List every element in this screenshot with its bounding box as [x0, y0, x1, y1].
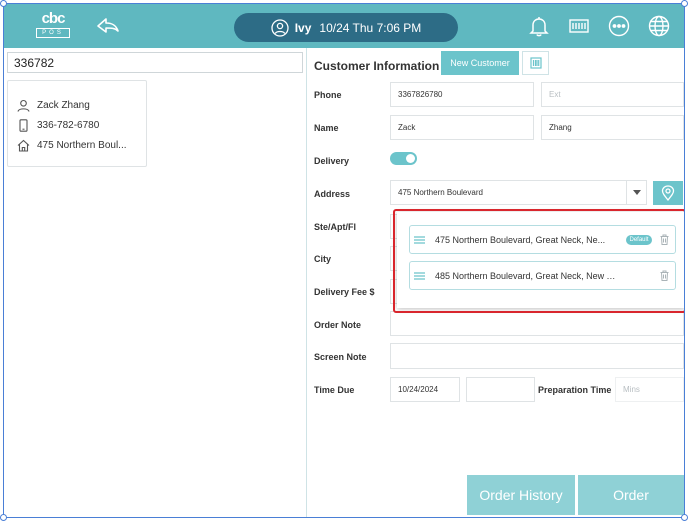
city-label: City	[314, 254, 332, 264]
ext-field[interactable]: Ext	[541, 82, 684, 107]
time-due-date-field[interactable]: 10/24/2024	[390, 377, 460, 402]
customer-phone-row: 336-782-6780	[17, 117, 99, 133]
delivery-fee-label: Delivery Fee $	[314, 287, 375, 297]
screen-note-label: Screen Note	[314, 352, 367, 362]
user-icon	[17, 99, 30, 112]
order-button[interactable]: Order	[578, 475, 684, 515]
address-label: Address	[314, 189, 351, 199]
customer-name-row: Zack Zhang	[17, 97, 90, 113]
first-name-field[interactable]: Zack	[390, 115, 534, 140]
app-window: cbc POS Ivy 10/24 Thu 7:06 PM 336782 Zac…	[3, 3, 685, 518]
selection-handle	[0, 514, 7, 521]
screen-note-field[interactable]	[390, 343, 684, 369]
phone-icon	[19, 118, 28, 132]
selection-handle	[681, 0, 688, 7]
delivery-label: Delivery	[314, 156, 350, 166]
panel-divider	[306, 48, 307, 517]
toggle-knob	[406, 154, 415, 163]
address-dropdown-toggle[interactable]	[626, 181, 646, 204]
chevron-down-icon	[632, 190, 641, 195]
user-icon	[271, 18, 289, 37]
customer-address: 475 Northern Boul...	[37, 139, 127, 151]
cbc-pos-logo: cbc POS	[36, 11, 70, 40]
delivery-toggle[interactable]	[390, 152, 417, 165]
phone-label: Phone	[314, 90, 342, 100]
selection-handle	[0, 0, 7, 7]
ste-apt-label: Ste/Apt/Fl	[314, 222, 356, 232]
last-name-field[interactable]: Zhang	[541, 115, 684, 140]
datetime: 10/24 Thu 7:06 PM	[319, 20, 422, 35]
globe-icon[interactable]	[648, 15, 670, 37]
time-due-label: Time Due	[314, 385, 355, 395]
form-title: Customer Information	[314, 59, 440, 73]
phone-field[interactable]: 3367826780	[390, 82, 534, 107]
highlight-annotation-box	[393, 209, 684, 313]
selection-handle	[681, 514, 688, 521]
home-icon	[17, 139, 30, 152]
search-input[interactable]: 336782	[7, 52, 303, 73]
user-datetime-pill[interactable]: Ivy 10/24 Thu 7:06 PM	[234, 13, 458, 42]
new-customer-button[interactable]: New Customer	[441, 51, 519, 75]
user-name: Ivy	[294, 20, 312, 35]
more-icon[interactable]	[608, 15, 630, 37]
customer-card[interactable]: Zack Zhang 336-782-6780 475 Northern Bou…	[7, 80, 147, 167]
customer-phone: 336-782-6780	[37, 119, 100, 131]
order-history-button[interactable]: Order History	[467, 475, 575, 515]
prep-time-label: Preparation Time	[538, 385, 612, 395]
customer-name: Zack Zhang	[37, 99, 90, 111]
map-button[interactable]	[653, 181, 683, 205]
scan-button[interactable]	[522, 51, 549, 75]
address-field[interactable]: 475 Northern Boulevard	[390, 180, 647, 205]
back-arrow-icon[interactable]	[96, 16, 120, 36]
map-pin-icon	[661, 185, 675, 201]
top-bar: cbc POS Ivy 10/24 Thu 7:06 PM	[4, 4, 684, 48]
order-note-label: Order Note	[314, 320, 362, 330]
barcode-icon	[529, 57, 542, 69]
keypad-icon[interactable]	[568, 15, 590, 37]
order-note-field[interactable]	[390, 311, 684, 336]
address-value: 475 Northern Boulevard	[398, 188, 483, 197]
bell-icon[interactable]	[528, 15, 550, 37]
customer-address-row: 475 Northern Boul...	[17, 137, 127, 153]
prep-time-field[interactable]: Mins	[615, 377, 684, 402]
time-due-time-field[interactable]	[466, 377, 535, 402]
name-label: Name	[314, 123, 339, 133]
